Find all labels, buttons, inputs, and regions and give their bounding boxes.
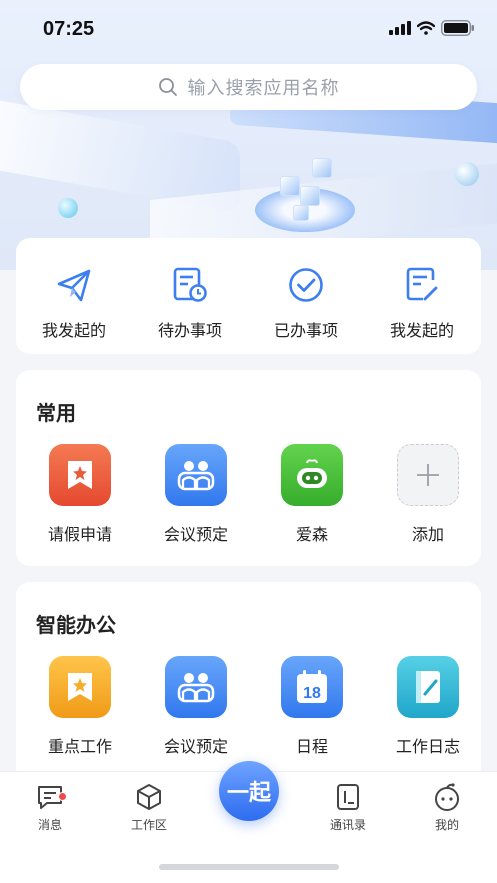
status-icons xyxy=(389,20,475,36)
bookmark-star-icon xyxy=(49,656,111,718)
tab-label: 消息 xyxy=(37,818,62,832)
meeting-people-icon xyxy=(165,444,227,506)
section-title: 智能办公 xyxy=(36,615,116,637)
search-icon xyxy=(158,78,177,96)
check-circle-icon xyxy=(289,268,323,302)
hero-orb xyxy=(58,198,78,218)
meeting-people-icon xyxy=(165,656,227,718)
app-label: 添加 xyxy=(411,527,444,544)
tab-label: 工作区 xyxy=(130,818,167,832)
hero-cube xyxy=(280,176,300,196)
wifi-icon xyxy=(417,21,435,35)
pending-doc-icon xyxy=(173,267,207,302)
quick-action-label: 我发起的 xyxy=(41,323,106,340)
status-bar: 07:25 xyxy=(0,0,497,60)
battery-icon xyxy=(441,20,474,36)
app-label: 重点工作 xyxy=(47,739,112,756)
hero-orb xyxy=(455,162,479,186)
quick-action-label: 待办事项 xyxy=(157,323,222,340)
tab-contacts[interactable]: 通讯录 xyxy=(313,782,383,833)
quick-action-initiated-2[interactable]: 我发起的 xyxy=(364,238,480,354)
section-title: 常用 xyxy=(36,403,76,425)
smart-office-card: 智能办公 重点工作 会议预定 18 日程 工作日志 xyxy=(16,582,481,782)
unread-badge xyxy=(58,792,67,801)
paper-plane-icon xyxy=(57,269,91,302)
tab-messages[interactable]: 消息 xyxy=(15,782,85,833)
calendar-icon: 18 xyxy=(281,656,343,718)
notebook-icon xyxy=(397,656,459,718)
quick-action-label: 已办事项 xyxy=(273,323,338,340)
app-label: 请假申请 xyxy=(47,527,112,544)
tab-label: 我的 xyxy=(434,818,459,832)
tab-me[interactable]: 我的 xyxy=(412,782,482,833)
edit-doc-icon xyxy=(406,267,438,301)
common-apps-card: 常用 请假申请 会议预定 爱森 添加 xyxy=(16,370,481,566)
quick-action-initiated[interactable]: 我发起的 xyxy=(16,238,132,354)
face-icon xyxy=(435,783,459,811)
app-label: 会议预定 xyxy=(163,527,228,544)
tab-workspace[interactable]: 工作区 xyxy=(114,782,184,833)
hero-cube xyxy=(293,205,309,221)
contacts-icon xyxy=(337,784,359,810)
search-bar[interactable]: 输入搜索应用名称 xyxy=(20,64,477,110)
quick-action-label: 我发起的 xyxy=(389,323,454,340)
app-label: 日程 xyxy=(295,739,328,756)
hero-cube xyxy=(312,158,332,178)
app-label: 工作日志 xyxy=(395,739,460,756)
app-label: 爱森 xyxy=(295,527,328,544)
app-label: 会议预定 xyxy=(163,739,228,756)
home-indicator xyxy=(159,864,339,870)
hero-cube xyxy=(300,186,320,206)
cube-icon xyxy=(137,784,161,810)
center-action-button[interactable]: 一起 xyxy=(219,761,279,821)
signal-icon xyxy=(389,21,411,35)
status-time: 07:25 xyxy=(43,18,95,40)
calendar-day: 18 xyxy=(303,685,321,702)
quick-actions-card: 我发起的 待办事项 已办事项 我发起的 xyxy=(16,238,481,354)
plus-icon xyxy=(397,444,459,506)
robot-icon xyxy=(281,444,343,506)
quick-action-done[interactable]: 已办事项 xyxy=(248,238,364,354)
bookmark-star-icon xyxy=(49,444,111,506)
tab-label: 通讯录 xyxy=(329,818,366,832)
quick-action-pending[interactable]: 待办事项 xyxy=(132,238,248,354)
search-input[interactable]: 输入搜索应用名称 xyxy=(188,74,340,100)
